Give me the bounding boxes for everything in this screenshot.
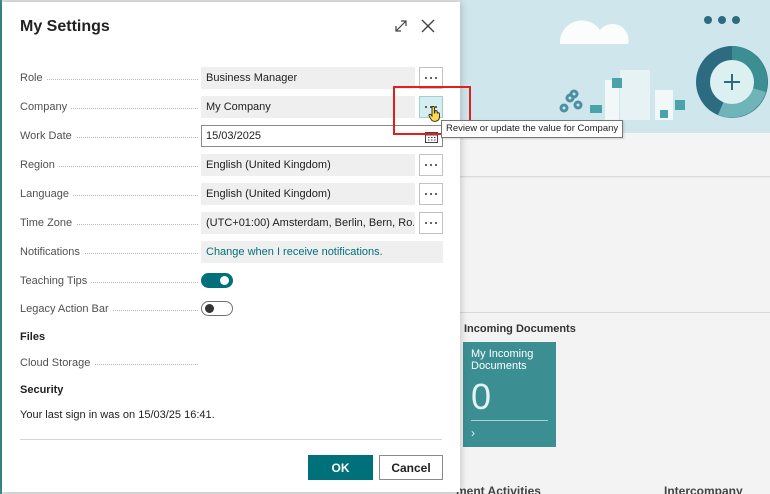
notifications-link[interactable]: Change when I receive notifications.: [201, 241, 443, 263]
company-field[interactable]: My Company: [201, 96, 415, 118]
company-label: Company: [20, 101, 198, 113]
region-label: Region: [20, 159, 198, 171]
work-date-label: Work Date: [20, 130, 198, 142]
my-settings-dialog: My Settings Role Business Manager Compan…: [2, 2, 460, 492]
cancel-button[interactable]: Cancel: [379, 455, 443, 480]
close-icon[interactable]: [418, 16, 438, 36]
time-zone-assist-button[interactable]: [419, 212, 443, 234]
company-tooltip: Review or update the value for Company: [441, 120, 624, 138]
footer-divider: [20, 439, 442, 440]
time-zone-label: Time Zone: [20, 217, 198, 229]
region-field[interactable]: English (United Kingdom): [201, 154, 415, 176]
legacy-action-bar-label: Legacy Action Bar: [20, 303, 198, 315]
security-heading: Security: [20, 384, 64, 396]
background-nav-band: [460, 133, 770, 177]
time-zone-field[interactable]: (UTC+01:00) Amsterdam, Berlin, Bern, Ro.…: [201, 212, 415, 234]
ok-button[interactable]: OK: [308, 455, 373, 480]
chevron-right-icon[interactable]: ›: [471, 426, 475, 440]
cloud-storage-label: Cloud Storage: [20, 357, 198, 369]
header-banner-illustration: [460, 0, 770, 133]
files-heading: Files: [20, 331, 46, 343]
tile-title: My Incoming Documents: [471, 348, 534, 372]
role-field[interactable]: Business Manager: [201, 67, 415, 89]
my-incoming-documents-tile[interactable]: My Incoming Documents 0 ›: [463, 342, 556, 447]
incoming-documents-heading: Incoming Documents: [464, 323, 576, 335]
activities-heading-partial: ment Activities: [456, 484, 541, 494]
dialog-title: My Settings: [20, 18, 110, 35]
tile-count: 0: [471, 376, 492, 417]
role-label: Role: [20, 72, 198, 84]
teaching-tips-toggle[interactable]: [201, 273, 233, 288]
language-assist-button[interactable]: [419, 183, 443, 205]
tile-divider: [471, 420, 548, 421]
expand-icon[interactable]: [391, 16, 411, 36]
teaching-tips-label: Teaching Tips: [20, 275, 198, 287]
notifications-label: Notifications: [20, 246, 198, 258]
intercompany-heading-partial: Intercompany: [664, 484, 743, 494]
hand-pointer-cursor-icon: [428, 105, 442, 127]
language-field[interactable]: English (United Kingdom): [201, 183, 415, 205]
language-label: Language: [20, 188, 198, 200]
background-divider: [460, 312, 770, 313]
legacy-action-bar-toggle[interactable]: [201, 301, 233, 316]
last-sign-in-text: Your last sign in was on 15/03/25 16:41.: [20, 409, 215, 421]
region-assist-button[interactable]: [419, 154, 443, 176]
